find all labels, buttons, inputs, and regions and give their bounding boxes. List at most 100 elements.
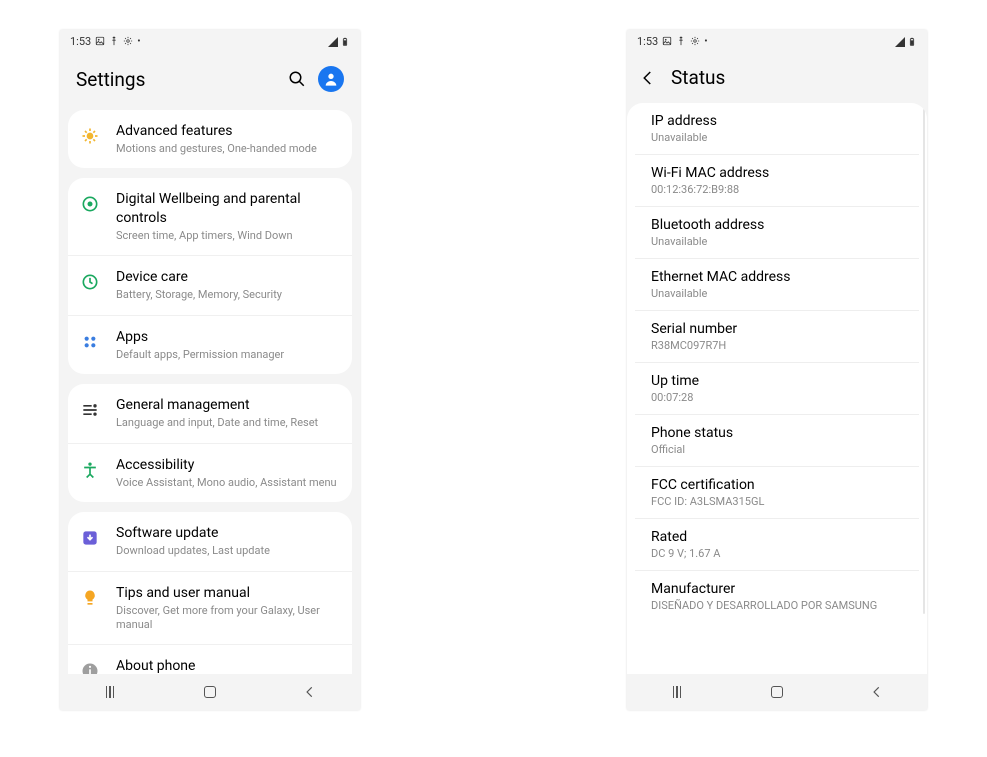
status-bar-left: 1:53 •: [637, 35, 708, 48]
row-text: Software updateDownload updates, Last up…: [116, 524, 338, 558]
status-row[interactable]: Wi-Fi MAC address 00:12:36:72:B9:88: [635, 155, 919, 207]
status-bar-left: 1:53 •: [70, 35, 141, 48]
row-subtitle: Download updates, Last update: [116, 544, 338, 558]
status-bar: 1:53 •: [627, 30, 927, 52]
row-title: Apps: [116, 328, 338, 346]
signal-icon: [327, 36, 337, 46]
accessibility-icon: [78, 458, 102, 482]
status-list-wrapper: IP address Unavailable Wi-Fi MAC address 00…: [627, 103, 927, 674]
status-row-title: Ethernet MAC address: [651, 269, 903, 285]
settings-row[interactable]: General managementLanguage and input, Da…: [68, 384, 352, 443]
settings-row[interactable]: AccessibilityVoice Assistant, Mono audio…: [68, 444, 352, 502]
status-row-title: Wi-Fi MAC address: [651, 165, 903, 181]
status-row[interactable]: Bluetooth address Unavailable: [635, 207, 919, 259]
row-subtitle: Discover, Get more from your Galaxy, Use…: [116, 604, 338, 633]
row-text: Advanced featuresMotions and gestures, O…: [116, 122, 338, 156]
row-subtitle: Battery, Storage, Memory, Security: [116, 288, 338, 302]
row-text: Device careBattery, Storage, Memory, Sec…: [116, 268, 338, 302]
page-title: Settings: [76, 68, 145, 91]
home-button[interactable]: [201, 683, 219, 701]
status-row-title: Up time: [651, 373, 903, 389]
status-list[interactable]: IP address Unavailable Wi-Fi MAC address 00…: [635, 103, 919, 674]
row-text: Tips and user manual Discover, Get more f…: [116, 584, 338, 633]
status-row-value: Unavailable: [651, 287, 903, 300]
image-icon: [662, 36, 672, 46]
status-bar-right: [894, 36, 917, 46]
settings-row[interactable]: About phoneStatus, Legal information, Ph…: [68, 645, 352, 674]
row-text: Digital Wellbeing and parental controls S…: [116, 190, 338, 243]
gear-icon: [690, 36, 700, 46]
status-row-value: FCC ID: A3LSMA315GL: [651, 495, 903, 508]
row-subtitle: Default apps, Permission manager: [116, 348, 338, 362]
home-button[interactable]: [768, 683, 786, 701]
back-button[interactable]: [868, 683, 886, 701]
settings-row[interactable]: Software updateDownload updates, Last up…: [68, 512, 352, 571]
row-title: Digital Wellbeing and parental controls: [116, 190, 338, 226]
row-text: General managementLanguage and input, Da…: [116, 396, 338, 430]
nav-bar: [627, 674, 927, 710]
status-row[interactable]: Serial number R38MC097R7H: [635, 311, 919, 363]
status-row[interactable]: RatedDC 9 V; 1.67 A: [635, 519, 919, 571]
settings-row[interactable]: Device careBattery, Storage, Memory, Sec…: [68, 256, 352, 315]
apps-icon: [78, 330, 102, 354]
recents-button[interactable]: [668, 683, 686, 701]
dot-icon: •: [704, 36, 707, 47]
status-row-value: Unavailable: [651, 131, 903, 144]
header-actions: [288, 66, 344, 92]
signal-icon: [894, 36, 904, 46]
settings-group: Software updateDownload updates, Last up…: [68, 512, 352, 674]
row-title: General management: [116, 396, 338, 414]
about-phone-icon: [78, 659, 102, 674]
status-row[interactable]: IP address Unavailable: [635, 103, 919, 155]
row-text: AccessibilityVoice Assistant, Mono audio…: [116, 456, 338, 490]
status-row-title: Rated: [651, 529, 903, 545]
settings-phone: 1:53 • Settings: [60, 30, 360, 710]
scrollbar[interactable]: [923, 109, 925, 614]
status-row-title: Bluetooth address: [651, 217, 903, 233]
status-row[interactable]: Ethernet MAC address Unavailable: [635, 259, 919, 311]
settings-row[interactable]: Tips and user manual Discover, Get more f…: [68, 572, 352, 646]
back-button[interactable]: [301, 683, 319, 701]
row-title: Accessibility: [116, 456, 338, 474]
nav-bar: [60, 674, 360, 710]
settings-group: Digital Wellbeing and parental controls S…: [68, 178, 352, 374]
row-text: About phoneStatus, Legal information, Ph…: [116, 657, 338, 674]
status-row-value: DISEÑADO Y DESARROLLADO POR SAMSUNG: [651, 599, 903, 612]
status-row[interactable]: Up time 00:07:28: [635, 363, 919, 415]
settings-row[interactable]: Advanced featuresMotions and gestures, O…: [68, 110, 352, 168]
row-title: About phone: [116, 657, 338, 674]
status-row-value: 00:07:28: [651, 391, 903, 404]
status-row-value: 00:12:36:72:B9:88: [651, 183, 903, 196]
status-row-value: R38MC097R7H: [651, 339, 903, 352]
status-row-title: IP address: [651, 113, 903, 129]
status-row-title: Manufacturer: [651, 581, 903, 597]
advanced-features-icon: [78, 124, 102, 148]
software-update-icon: [78, 526, 102, 550]
row-subtitle: Screen time, App timers, Wind Down: [116, 229, 338, 243]
general-management-icon: [78, 398, 102, 422]
clock-text: 1:53: [70, 35, 91, 48]
settings-row[interactable]: Apps Default apps, Permission manager: [68, 316, 352, 374]
status-row[interactable]: FCC certificationFCC ID: A3LSMA315GL: [635, 467, 919, 519]
search-button[interactable]: [288, 70, 306, 88]
status-row-title: Phone status: [651, 425, 903, 441]
settings-list[interactable]: Advanced featuresMotions and gestures, O…: [60, 110, 360, 674]
usb-icon: [676, 36, 686, 46]
status-bar: 1:53 •: [60, 30, 360, 52]
settings-row[interactable]: Digital Wellbeing and parental controls S…: [68, 178, 352, 256]
status-bar-right: [327, 36, 350, 46]
back-button[interactable]: [639, 69, 657, 87]
status-row-value: Unavailable: [651, 235, 903, 248]
status-row[interactable]: Phone statusOfficial: [635, 415, 919, 467]
wellbeing-icon: [78, 192, 102, 216]
settings-header: Settings: [60, 52, 360, 110]
account-button[interactable]: [318, 66, 344, 92]
battery-icon: [340, 36, 350, 46]
device-care-icon: [78, 270, 102, 294]
status-row[interactable]: Manufacturer DISEÑADO Y DESARROLLADO POR …: [635, 571, 919, 622]
recents-button[interactable]: [101, 683, 119, 701]
status-row-title: Serial number: [651, 321, 903, 337]
row-title: Tips and user manual: [116, 584, 338, 602]
usb-icon: [109, 36, 119, 46]
clock-text: 1:53: [637, 35, 658, 48]
